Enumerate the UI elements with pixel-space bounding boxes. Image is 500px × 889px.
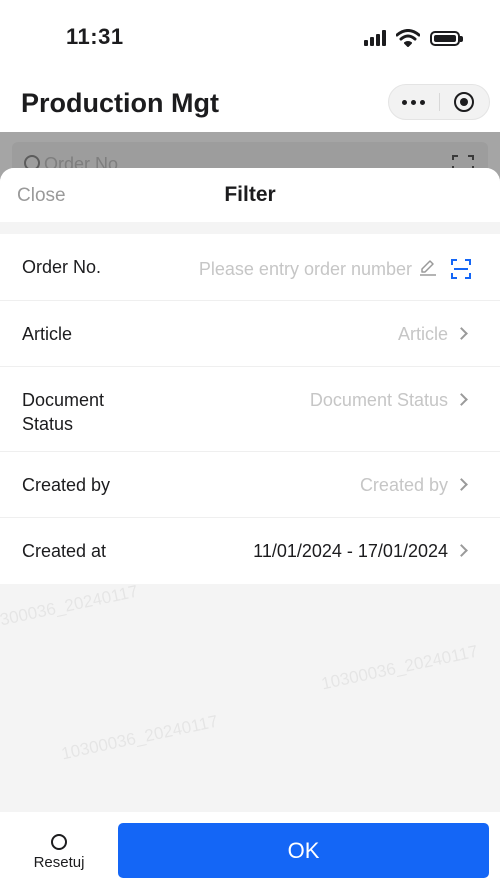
status-time: 11:31	[66, 24, 124, 49]
filter-form: Order No. Article Article Document Statu…	[0, 234, 500, 584]
order-no-label: Order No.	[22, 257, 102, 277]
chevron-right-icon	[455, 478, 468, 491]
article-value: Article	[397, 324, 448, 344]
document-status-value: Document Status	[309, 390, 448, 410]
reset-label: Resetuj	[33, 854, 85, 871]
chevron-right-icon	[455, 327, 468, 340]
article-label: Article	[22, 324, 73, 344]
created-at-value: 11/01/2024 - 17/01/2024	[253, 541, 448, 561]
wifi-icon	[396, 29, 420, 47]
order-no-input[interactable]	[172, 256, 412, 282]
filter-row-created-at[interactable]: Created at 11/01/2024 - 17/01/2024	[0, 518, 500, 584]
chevron-right-icon	[455, 544, 468, 557]
exit-mini-program-button[interactable]	[439, 85, 489, 119]
filter-row-order-no: Order No.	[0, 234, 500, 301]
filter-sheet: 10300036_20240117 10300036_20240117 1030…	[0, 168, 500, 889]
bottom-action-bar: Resetuj OK	[0, 812, 500, 889]
edit-icon	[420, 260, 436, 276]
chevron-right-icon	[455, 393, 468, 406]
battery-icon	[430, 30, 463, 46]
mini-program-capsule	[388, 84, 490, 120]
created-by-value: Created by	[359, 475, 448, 495]
scan-icon[interactable]	[450, 258, 472, 280]
watermark: 10300036_20240117	[59, 711, 220, 764]
sheet-title: Filter	[224, 183, 276, 206]
reset-icon	[51, 834, 67, 850]
ok-button[interactable]: OK	[118, 823, 489, 878]
reset-button[interactable]: Resetuj	[14, 830, 104, 874]
watermark: 10300036_20240117	[0, 581, 140, 634]
created-by-label: Created by	[22, 475, 111, 495]
created-at-label: Created at	[22, 541, 107, 561]
document-status-label-line2: Status	[22, 414, 74, 434]
sheet-header: Close Filter	[0, 168, 500, 222]
filter-row-created-by[interactable]: Created by Created by	[0, 452, 500, 518]
filter-row-document-status[interactable]: Document Status Document Status	[0, 367, 500, 452]
status-icons	[364, 28, 463, 48]
app-header: Production Mgt	[0, 72, 500, 132]
filter-row-article[interactable]: Article Article	[0, 301, 500, 367]
cellular-signal-icon	[364, 30, 386, 46]
status-bar: 11:31	[0, 0, 500, 72]
page-title: Production Mgt	[21, 88, 219, 118]
document-status-label-line1: Document	[22, 390, 105, 410]
more-options-button[interactable]	[389, 85, 439, 119]
watermark: 10300036_20240117	[319, 641, 480, 694]
